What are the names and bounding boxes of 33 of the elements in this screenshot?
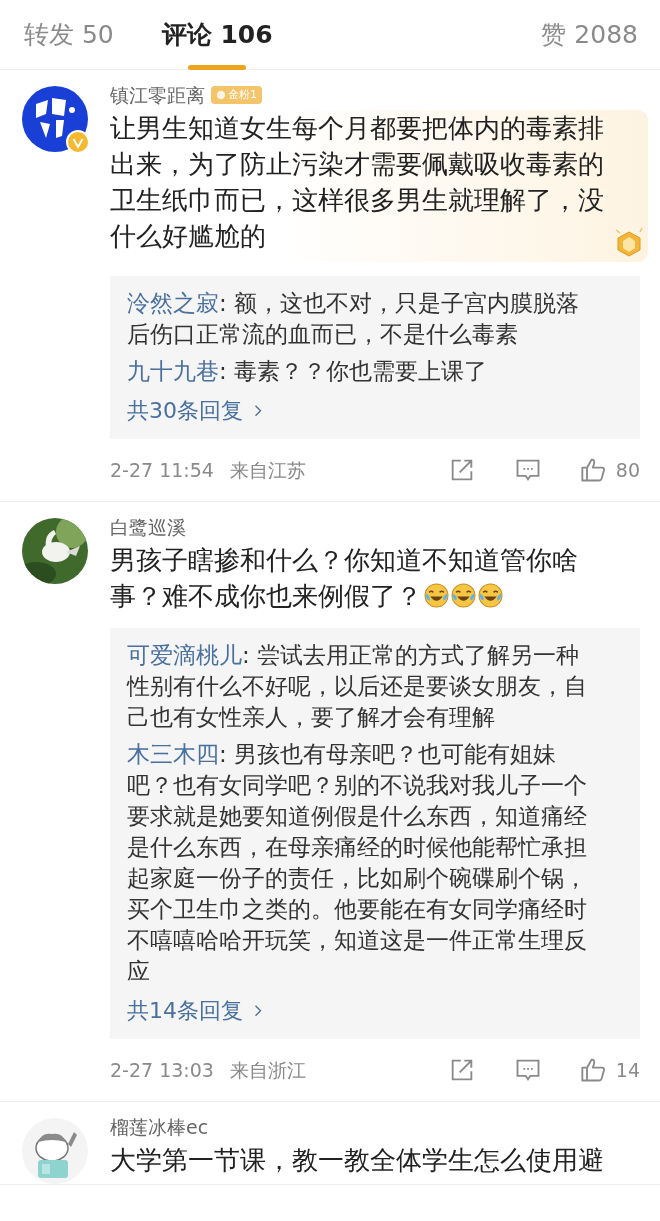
timestamp: 2-27 13:03 [110, 1057, 214, 1083]
more-replies-link[interactable]: 共30条回复 [127, 393, 263, 429]
reply-author-link[interactable]: 木三木四 [127, 741, 219, 767]
laughing-emoji-icon [451, 583, 476, 608]
reply-author-link[interactable]: 九十九巷 [127, 358, 219, 384]
like-icon[interactable] [579, 456, 608, 484]
like-icon[interactable] [579, 1056, 608, 1084]
user-name[interactable]: 榴莲冰棒ec [110, 1112, 209, 1142]
tab[interactable]: 赞 2088 [541, 0, 638, 70]
tab[interactable]: 评论 106 [161, 0, 273, 70]
comment-text: 大学第一节课，教一教全体学生怎么使用避 [110, 1144, 605, 1177]
user-name[interactable]: 镇江零距离 [110, 80, 205, 110]
reply-author-link[interactable]: 泠然之寂 [127, 290, 219, 316]
laughing-emoji-icon [424, 583, 449, 608]
reply-text: 九十九巷: 毒素？？你也需要上课了 [127, 357, 489, 386]
comment-text: 男孩子瞎掺和什么？你知道不知道管你啥事？难不成你也来例假了？ [110, 544, 579, 613]
location-text: 来自江苏 [229, 457, 306, 483]
comment-text: 让男生知道女生每个月都要把体内的毒素排出来，为了防止污染才需要佩戴吸收毒素的卫生纸巾而已，这样很多男生就理解了，没什么好尴尬的 [110, 112, 605, 253]
reply-text: 泠然之寂: 额，这也不对，只是子宫内膜脱落后伤口正常流的血而已，不是什么毒素 [127, 289, 581, 349]
like-count: 80 [615, 457, 640, 483]
timestamp: 2-27 11:54 [110, 457, 214, 483]
like-count: 14 [615, 1057, 640, 1083]
laughing-emoji-icon [478, 583, 503, 608]
chevron-icon [253, 1004, 263, 1018]
reply-text: 木三木四: 男孩也有母亲吧？也可能有姐妹吧？也有女同学吧？别的不说我对我儿子一个要求就是她要知道例假是什么东西，知道痛经是什么东西，在母亲痛经的时候他能帮忙承担起家庭一份子的责任，比如刷个碗碟刷个锅，买个卫生巾之类的。他要能在有女同学痛经时不嘻嘻哈哈开玩笑，知道这是一件正常生理反应 [127, 740, 588, 986]
user-name[interactable]: 白鹭巡溪 [110, 512, 186, 542]
reply-text: 可爱滴桃儿: 尝试去用正常的方式了解另一种性别有什么不好呢，以后还是要谈女朋友，自己也有女性亲人，要了解才会有理解 [127, 641, 588, 732]
location-text: 来自浙江 [229, 1057, 306, 1083]
reply-author-link[interactable]: 可爱滴桃儿 [127, 642, 242, 668]
tab[interactable]: 转发 50 [24, 0, 114, 70]
more-replies-link[interactable]: 共14条回复 [127, 993, 263, 1029]
chevron-icon [253, 404, 263, 418]
fan-badge: 金粉1 [211, 85, 262, 105]
